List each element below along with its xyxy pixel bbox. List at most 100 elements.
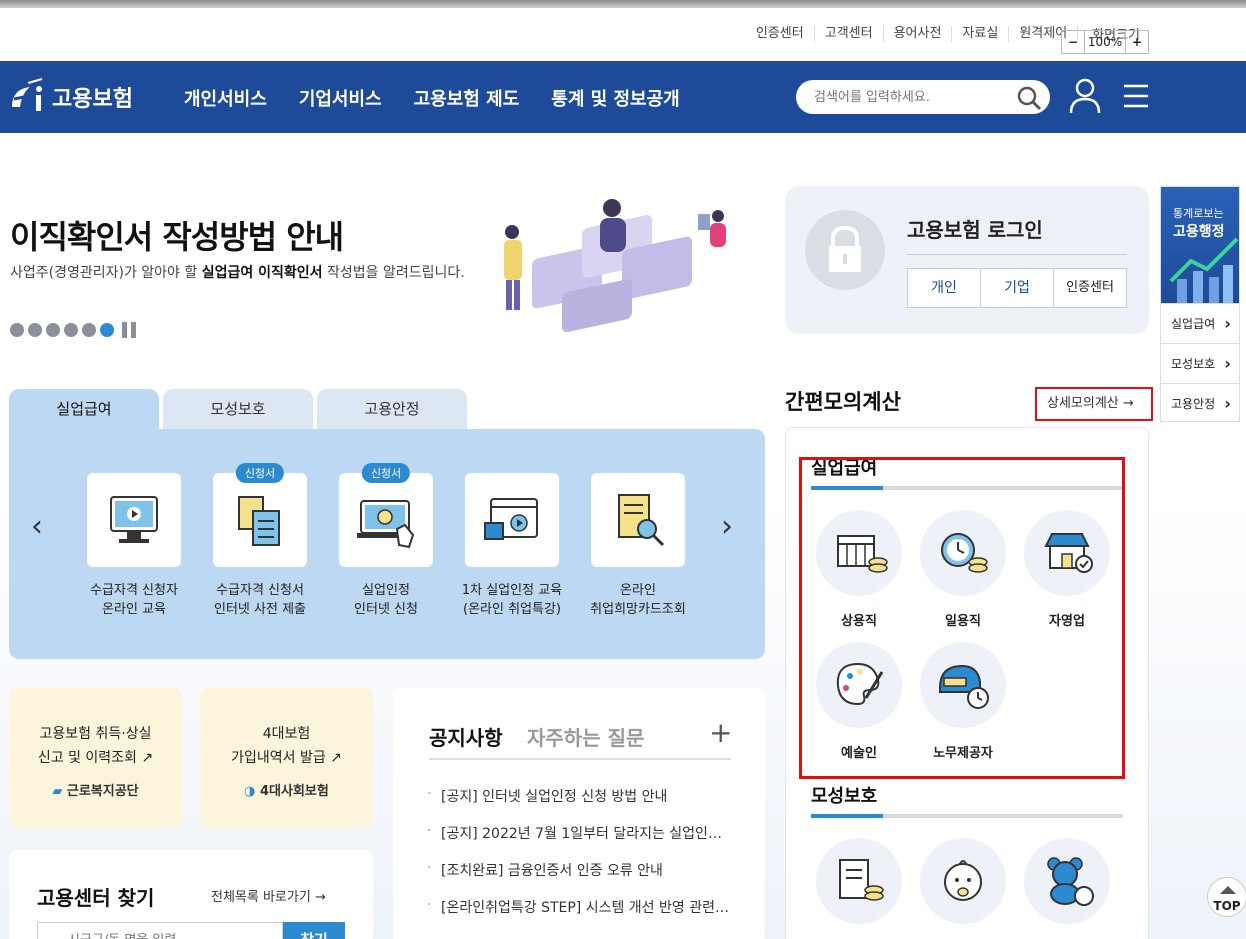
tab-notice[interactable]: 공지사항 (429, 722, 503, 751)
user-icon[interactable] (1068, 77, 1102, 115)
util-link-archive[interactable]: 자료실 (952, 25, 1010, 42)
notice-item[interactable]: [공지] 2022년 7월 1일부터 달라지는 실업인정 제도 (427, 823, 731, 860)
document-coins-icon (816, 838, 902, 924)
tab-unemployment[interactable]: 실업급여 (9, 389, 159, 429)
service-card: 신청서 (339, 463, 433, 567)
quick-line1: 고용보험 취득·상실 (39, 726, 152, 742)
side-quick-panel: 통계로보는 고용행정 실업급여 모성보호 고용안정 (1160, 186, 1240, 424)
service-item[interactable]: 수급자격 신청자 온라인 교육 (71, 473, 197, 619)
menu-personal-service[interactable]: 개인서비스 (184, 85, 267, 111)
quick-link-4insurance[interactable]: 4대보험 가입내역서 발급 ↗ ◑ 4대사회보험 (200, 688, 373, 828)
service-item[interactable]: 신청서 수급자격 신청서 인터넷 사전 제출 (197, 463, 323, 619)
tab-faq[interactable]: 자주하는 질문 (527, 722, 644, 751)
zoom-out-button[interactable]: − (1062, 31, 1084, 53)
comwel-logo-icon: ▰ (52, 784, 63, 799)
monitor-play-icon (110, 496, 158, 543)
notice-list: [공지] 인터넷 실업인정 신청 방법 안내 [공지] 2022년 7월 1일부… (427, 786, 731, 934)
center-search-button[interactable]: 찾기 (283, 922, 345, 939)
login-divider (907, 254, 1127, 255)
zoom-control: − 100% + (1061, 30, 1149, 54)
teddy-bear-clock-icon (1024, 838, 1110, 924)
zoom-in-button[interactable]: + (1126, 31, 1148, 53)
service-card: 신청서 (213, 463, 307, 567)
slide-indicators (10, 322, 138, 338)
quick-line2: 가입내역서 발급 (231, 750, 326, 766)
notice-item[interactable]: [온라인취업특강 STEP] 시스템 개선 반영 관련 안내 (427, 897, 731, 934)
application-badge: 신청서 (235, 463, 285, 483)
center-search-input[interactable] (37, 922, 283, 939)
search-input[interactable] (814, 80, 1014, 114)
service-card (465, 473, 559, 567)
notice-item[interactable]: [공지] 인터넷 실업인정 신청 방법 안내 (427, 786, 731, 823)
login-panel: 고용보험 로그인 개인 기업 인증센터 (785, 186, 1149, 334)
application-badge: 신청서 (361, 463, 411, 483)
hero-sub-prefix: 사업주(경영관리자)가 알아야 할 (10, 265, 202, 281)
main-nav-bar: 고용보험 개인서비스 기업서비스 고용보험 제도 통계 및 정보공개 (0, 61, 1246, 133)
laptop-hand-icon (357, 500, 415, 549)
pause-icon[interactable] (122, 322, 138, 338)
login-buttons: 개인 기업 인증센터 (907, 268, 1127, 308)
service-item[interactable]: 온라인 취업희망카드조회 (575, 473, 701, 619)
service-item[interactable]: 1차 실업인정 교육 (온라인 취업특강) (449, 473, 575, 619)
more-plus-icon[interactable]: + (709, 716, 732, 749)
hero-sub-bold: 실업급여 이직확인서 (201, 265, 323, 281)
slide-dot[interactable] (64, 323, 78, 337)
slide-dot[interactable] (10, 323, 24, 337)
quick-brand: 근로복지공단 (66, 784, 139, 799)
carousel-prev-icon[interactable]: ‹ (31, 509, 43, 544)
login-personal-button[interactable]: 개인 (908, 269, 981, 307)
side-item-unemployment[interactable]: 실업급여 (1161, 303, 1239, 344)
document-search-icon (618, 494, 665, 547)
quick-brand: 4대사회보험 (260, 784, 329, 799)
calc-item-maternity-3[interactable] (1022, 838, 1112, 924)
util-link-auth-center[interactable]: 인증센터 (746, 25, 815, 42)
service-item[interactable]: 신청서 실업인정 인터넷 신청 (323, 463, 449, 619)
notice-item[interactable]: [조치완료] 금융인증서 인증 오류 안내 (427, 860, 731, 897)
search-icon[interactable] (1016, 85, 1042, 111)
login-business-button[interactable]: 기업 (981, 269, 1054, 307)
quick-link-insurance-history[interactable]: 고용보험 취득·상실 신고 및 이력조회 ↗ ▰ 근로복지공단 (9, 688, 182, 828)
menu-business-service[interactable]: 기업서비스 (299, 85, 382, 111)
slide-dot[interactable] (46, 323, 60, 337)
calc-item-maternity-1[interactable] (814, 838, 904, 924)
slide-dot[interactable] (82, 323, 96, 337)
ei-logo-icon (12, 78, 43, 111)
center-title: 고용센터 찾기 (37, 886, 155, 910)
hero-illustration (504, 199, 726, 332)
quick-line2: 신고 및 이력조회 (37, 750, 137, 766)
login-title: 고용보험 로그인 (907, 218, 1043, 242)
carousel-next-icon[interactable]: › (721, 509, 733, 544)
service-tabs: 실업급여 모성보호 고용안정 (9, 389, 467, 429)
util-link-glossary[interactable]: 용어사전 (884, 25, 953, 42)
4insurance-logo-icon: ◑ (244, 784, 256, 799)
notice-panel: 공지사항 자주하는 질문 + [공지] 인터넷 실업인정 신청 방법 안내 [공… (393, 688, 765, 939)
service-label-line1: 수급자격 신청자 (90, 583, 178, 598)
hero-sub-suffix: 작성법을 알려드립니다. (322, 265, 465, 281)
hero-subtitle: 사업주(경영관리자)가 알아야 할 실업급여 이직확인서 작성법을 알려드립니다… (10, 262, 465, 282)
util-link-customer-center[interactable]: 고객센터 (815, 25, 884, 42)
hamburger-menu-icon[interactable] (1122, 83, 1150, 109)
service-card (87, 473, 181, 567)
slide-dot-active[interactable] (100, 323, 114, 337)
slide-dot[interactable] (28, 323, 42, 337)
side-item-maternity[interactable]: 모성보호 (1161, 343, 1239, 384)
tab-employment-stability[interactable]: 고용안정 (317, 389, 467, 429)
detail-calc-link[interactable]: 상세모의계산 → (1035, 387, 1153, 421)
calc-item-maternity-2[interactable] (918, 838, 1008, 924)
utility-bar: 인증센터 고객센터 용어사전 자료실 원격제어 화면크기 − 100% + (0, 8, 1246, 61)
tab-maternity[interactable]: 모성보호 (163, 389, 313, 429)
service-card (591, 473, 685, 567)
side-item-employment-stability[interactable]: 고용안정 (1161, 383, 1239, 424)
service-label-line1: 온라인 (620, 583, 656, 598)
site-logo[interactable]: 고용보험 (8, 77, 133, 117)
menu-statistics[interactable]: 통계 및 정보공개 (551, 85, 679, 111)
center-list-link[interactable]: 전체목록 바로가기 → (211, 886, 326, 905)
login-cert-center-button[interactable]: 인증센터 (1054, 269, 1126, 307)
service-label-line2: 인터넷 사전 제출 (214, 602, 306, 617)
hero-title[interactable]: 이직확인서 작성방법 안내 (10, 212, 344, 258)
menu-insurance-system[interactable]: 고용보험 제도 (414, 85, 520, 111)
logo-text: 고용보험 (52, 87, 133, 112)
baby-icon (920, 838, 1006, 924)
stats-banner[interactable]: 통계로보는 고용행정 (1161, 187, 1239, 303)
scroll-top-button[interactable]: TOP (1207, 877, 1246, 917)
